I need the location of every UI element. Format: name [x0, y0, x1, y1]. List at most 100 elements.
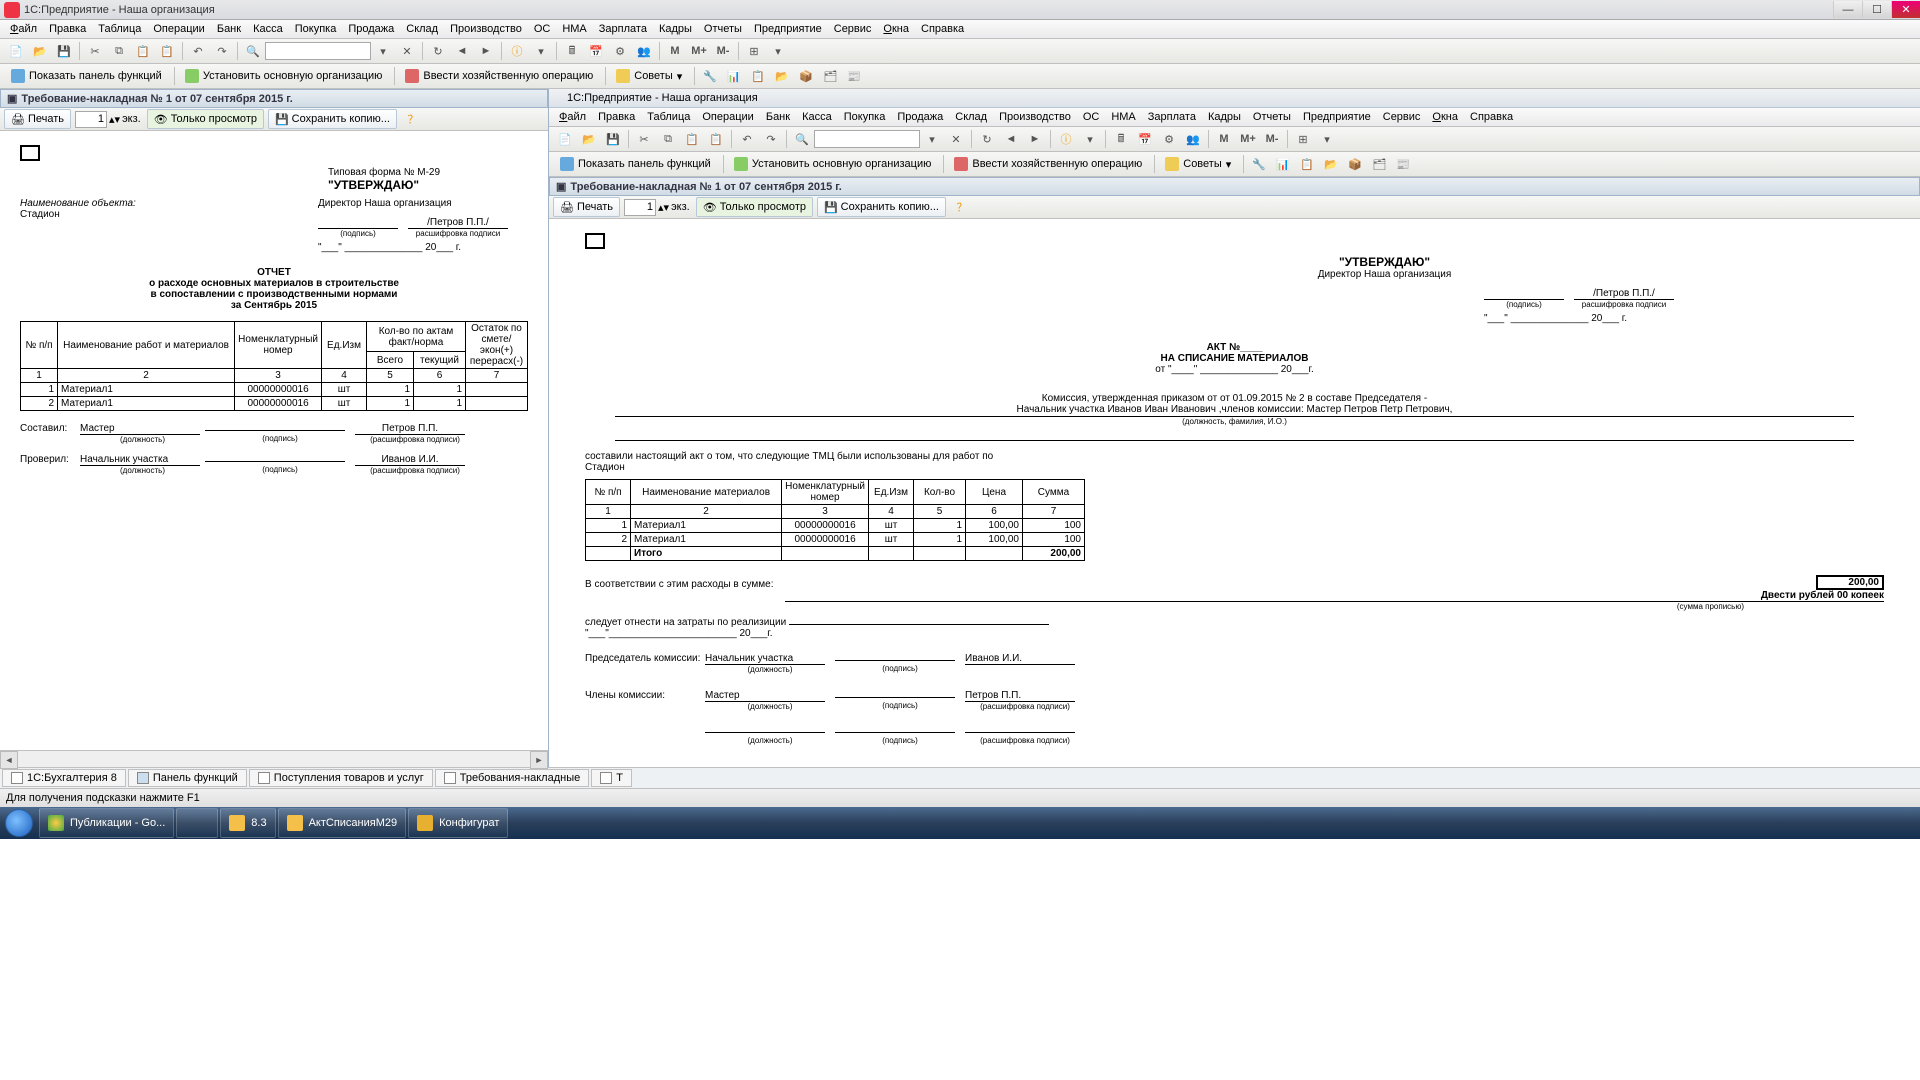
menu2-help[interactable]: Справка: [1464, 109, 1519, 125]
taskbar-1c[interactable]: [176, 808, 218, 838]
menu-staff[interactable]: Кадры: [653, 21, 698, 37]
menu-file[interactable]: Файл: [4, 21, 43, 37]
menu2-nma[interactable]: НМА: [1105, 109, 1141, 125]
w2-mminus-button[interactable]: M-: [1262, 129, 1282, 149]
cmd-extra6-icon[interactable]: 🗂: [820, 66, 840, 86]
w2-c7-icon[interactable]: 📰: [1393, 154, 1413, 174]
menu2-salary[interactable]: Зарплата: [1142, 109, 1202, 125]
minimize-button[interactable]: —: [1833, 1, 1862, 18]
menu-bank[interactable]: Банк: [211, 21, 247, 37]
w2-c6-icon[interactable]: 🗂: [1369, 154, 1389, 174]
menu2-bank[interactable]: Банк: [760, 109, 796, 125]
w2-back-icon[interactable]: ◄: [1001, 129, 1021, 149]
menu-ops[interactable]: Операции: [147, 21, 210, 37]
w2-search-icon[interactable]: 🔍: [792, 129, 812, 149]
set-org-button[interactable]: Установить основную организацию: [178, 65, 390, 87]
w2-redo-icon[interactable]: ↷: [761, 129, 781, 149]
w2-fwd-icon[interactable]: ►: [1025, 129, 1045, 149]
w2-paste2-icon[interactable]: 📋: [706, 129, 726, 149]
help-icon[interactable]: ⓘ: [507, 41, 527, 61]
menu2-enterprise[interactable]: Предприятие: [1297, 109, 1377, 125]
scroll-left-icon[interactable]: ◄: [0, 751, 18, 769]
new-icon[interactable]: 📄: [6, 41, 26, 61]
w2-cut-icon[interactable]: ✂: [634, 129, 654, 149]
show-panel-button[interactable]: Показать панель функций: [4, 65, 169, 87]
menu2-stock[interactable]: Склад: [949, 109, 993, 125]
w2-print-button[interactable]: 🖨Печать: [553, 197, 620, 217]
w2-undo-icon[interactable]: ↶: [737, 129, 757, 149]
menu2-table[interactable]: Таблица: [641, 109, 696, 125]
menu2-sell[interactable]: Продажа: [891, 109, 949, 125]
scroll-right-icon[interactable]: ►: [530, 751, 548, 769]
calendar-icon[interactable]: 📅: [586, 41, 606, 61]
menu-enterprise[interactable]: Предприятие: [748, 21, 828, 37]
menu-os[interactable]: ОС: [528, 21, 557, 37]
w2-c2-icon[interactable]: 📊: [1273, 154, 1293, 174]
menu-prod[interactable]: Производство: [444, 21, 528, 37]
m-button[interactable]: M: [665, 41, 685, 61]
extra-dd-icon[interactable]: ▾: [768, 41, 788, 61]
copies-input[interactable]: [75, 111, 107, 128]
menu-windows[interactable]: Окна: [877, 21, 915, 37]
menu2-os[interactable]: ОС: [1077, 109, 1106, 125]
w2-new-icon[interactable]: 📄: [555, 129, 575, 149]
paste-icon[interactable]: 📋: [133, 41, 153, 61]
w2-c1-icon[interactable]: 🔧: [1249, 154, 1269, 174]
start-button[interactable]: [0, 807, 38, 839]
w2-set-org-button[interactable]: Установить основную организацию: [727, 153, 939, 175]
cmd-extra7-icon[interactable]: 📰: [844, 66, 864, 86]
w2-search-clear-icon[interactable]: ✕: [946, 129, 966, 149]
m-plus-button[interactable]: M+: [689, 41, 709, 61]
w2-mplus-button[interactable]: M+: [1238, 129, 1258, 149]
menu-edit[interactable]: Правка: [43, 21, 92, 37]
cmd-extra3-icon[interactable]: 📋: [748, 66, 768, 86]
cmd-extra2-icon[interactable]: 📊: [724, 66, 744, 86]
w2-search-dd-icon[interactable]: ▾: [922, 129, 942, 149]
w2-t3-icon[interactable]: ⚙: [1159, 129, 1179, 149]
w2-c5-icon[interactable]: 📦: [1345, 154, 1365, 174]
save-icon[interactable]: 💾: [54, 41, 74, 61]
forward-icon[interactable]: ►: [476, 41, 496, 61]
taskbar-configurator[interactable]: Конфигурат: [408, 808, 508, 838]
tab-reqs[interactable]: Требования-накладные: [435, 769, 590, 787]
menu2-windows[interactable]: Окна: [1426, 109, 1464, 125]
tab-goods[interactable]: Поступления товаров и услуг: [249, 769, 433, 787]
w2-save-icon[interactable]: 💾: [603, 129, 623, 149]
menu-help[interactable]: Справка: [915, 21, 970, 37]
search-dropdown-icon[interactable]: ▾: [373, 41, 393, 61]
view-only-button[interactable]: 👁Только просмотр: [147, 109, 264, 129]
taskbar-folder-83[interactable]: 8.3: [220, 808, 275, 838]
w2-tips-button[interactable]: Советы ▾: [1158, 153, 1238, 175]
w2-t4-icon[interactable]: 👥: [1183, 129, 1203, 149]
w2-help-dd-icon[interactable]: ▾: [1080, 129, 1100, 149]
menu2-edit[interactable]: Правка: [592, 109, 641, 125]
w2-paste-icon[interactable]: 📋: [682, 129, 702, 149]
taskbar-chrome[interactable]: Публикации - Go...: [39, 808, 174, 838]
menu2-staff[interactable]: Кадры: [1202, 109, 1247, 125]
w2-show-panel-button[interactable]: Показать панель функций: [553, 153, 718, 175]
search-input[interactable]: [265, 42, 371, 60]
w2-m-button[interactable]: M: [1214, 129, 1234, 149]
close-button[interactable]: ✕: [1891, 1, 1920, 18]
menu2-service[interactable]: Сервис: [1377, 109, 1427, 125]
cmd-extra5-icon[interactable]: 📦: [796, 66, 816, 86]
enter-op-button[interactable]: Ввести хозяйственную операцию: [398, 65, 600, 87]
w2-cal-icon[interactable]: 📅: [1135, 129, 1155, 149]
search-clear-icon[interactable]: ✕: [397, 41, 417, 61]
tool3-icon[interactable]: ⚙: [610, 41, 630, 61]
w2-calc-icon[interactable]: 🖩: [1111, 129, 1131, 149]
menu-stock[interactable]: Склад: [400, 21, 444, 37]
w2-open-icon[interactable]: 📂: [579, 129, 599, 149]
w2-help2-icon[interactable]: ？: [952, 197, 972, 217]
w2-extra-dd-icon[interactable]: ▾: [1317, 129, 1337, 149]
menu-buy[interactable]: Покупка: [289, 21, 343, 37]
save-copy-button[interactable]: 💾Сохранить копию...: [268, 109, 397, 129]
copy-icon[interactable]: ⧉: [109, 41, 129, 61]
cmd-extra1-icon[interactable]: 🔧: [700, 66, 720, 86]
w2-copy-icon[interactable]: ⧉: [658, 129, 678, 149]
menu-salary[interactable]: Зарплата: [593, 21, 653, 37]
menu-reports[interactable]: Отчеты: [698, 21, 748, 37]
print-button[interactable]: 🖨Печать: [4, 109, 71, 129]
help2-icon[interactable]: ？: [403, 109, 423, 129]
w2-extra-icon[interactable]: ⊞: [1293, 129, 1313, 149]
